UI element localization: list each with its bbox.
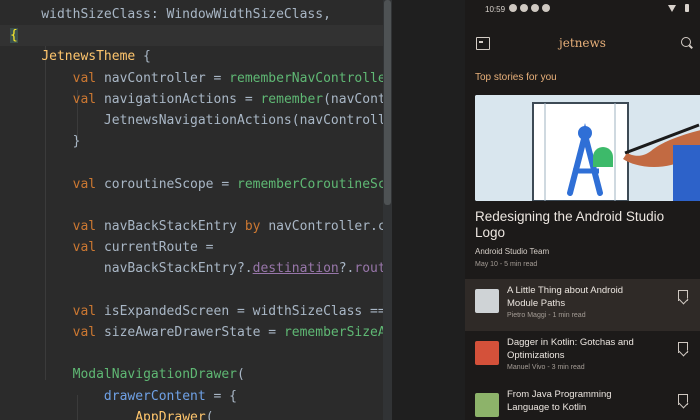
code-line[interactable]: val sizeAwareDrawerState = rememberSizeA… xyxy=(10,322,392,343)
code-line[interactable]: val currentRoute = xyxy=(10,237,214,258)
post-title: Dagger in Kotlin: Gotchas and Optimizati… xyxy=(507,337,634,361)
code-line[interactable]: JetnewsNavigationActions(navControlle xyxy=(10,110,392,131)
code-line[interactable]: navBackStackEntry?.destination?.route xyxy=(10,258,392,279)
editor-divider xyxy=(392,0,465,420)
post-meta: Pietro Maggi - 1 min read xyxy=(507,312,586,319)
android-studio-logo-illustration xyxy=(475,95,700,201)
code-line[interactable]: val navBackStackEntry by navController.c… xyxy=(10,216,392,237)
notification-status-icon xyxy=(520,4,528,12)
code-line[interactable]: } xyxy=(10,131,81,152)
hero-author: Android Studio Team xyxy=(475,247,550,256)
post-meta: Manuel Vivo - 3 min read xyxy=(507,364,585,371)
settings-status-icon xyxy=(509,4,517,12)
post-list-item[interactable]: From Java Programming Language to Kotlin xyxy=(465,383,700,420)
post-title: A Little Thing about Android Module Path… xyxy=(507,285,624,309)
editor-scrollbar[interactable] xyxy=(383,0,392,420)
post-list-item[interactable]: A Little Thing about Android Module Path… xyxy=(465,279,700,331)
post-title: From Java Programming Language to Kotlin xyxy=(507,389,612,413)
code-line[interactable]: val navController = rememberNavControlle… xyxy=(10,68,392,89)
code-line[interactable]: { xyxy=(0,25,392,47)
code-line[interactable]: val coroutineScope = rememberCoroutineSc… xyxy=(10,174,392,195)
app-title: jetnews xyxy=(559,36,606,50)
post-thumbnail xyxy=(475,289,499,313)
hero-title[interactable]: Redesigning the Android Studio Logo xyxy=(475,209,685,241)
code-line[interactable]: AppDrawer( xyxy=(10,407,213,420)
code-line[interactable]: JetnewsTheme { xyxy=(10,46,151,67)
hero-image[interactable] xyxy=(475,95,700,201)
code-line[interactable]: widthSizeClass: WindowWidthSizeClass, xyxy=(10,4,331,25)
sync-status-icon xyxy=(531,4,539,12)
code-line[interactable]: val isExpandedScreen = widthSizeClass == xyxy=(10,301,386,322)
bookmark-icon[interactable] xyxy=(678,290,688,301)
code-line[interactable]: val navigationActions = remember(navCont… xyxy=(10,89,392,110)
bookmark-icon[interactable] xyxy=(678,394,688,405)
search-icon[interactable] xyxy=(681,37,691,47)
post-thumbnail xyxy=(475,341,499,365)
post-thumbnail xyxy=(475,393,499,417)
emulator-screen[interactable]: 10:59 jetnews Top stories for you Redesi… xyxy=(465,0,700,420)
code-line[interactable]: ModalNavigationDrawer( xyxy=(10,364,245,385)
code-editor[interactable]: widthSizeClass: WindowWidthSizeClass,{ J… xyxy=(0,0,392,420)
battery-icon xyxy=(685,4,689,12)
wifi-icon xyxy=(668,5,676,12)
status-time: 10:59 xyxy=(485,5,506,14)
location-status-icon xyxy=(542,4,550,12)
editor-scrollbar-thumb[interactable] xyxy=(384,0,391,205)
bookmark-icon[interactable] xyxy=(678,342,688,353)
top-app-bar: jetnews xyxy=(465,24,700,64)
status-bar: 10:59 xyxy=(465,0,700,22)
hero-meta: May 10 - 5 min read xyxy=(475,261,538,268)
post-list-item[interactable]: Dagger in Kotlin: Gotchas and Optimizati… xyxy=(465,331,700,383)
section-title: Top stories for you xyxy=(475,72,557,83)
code-line[interactable]: drawerContent = { xyxy=(10,386,237,407)
